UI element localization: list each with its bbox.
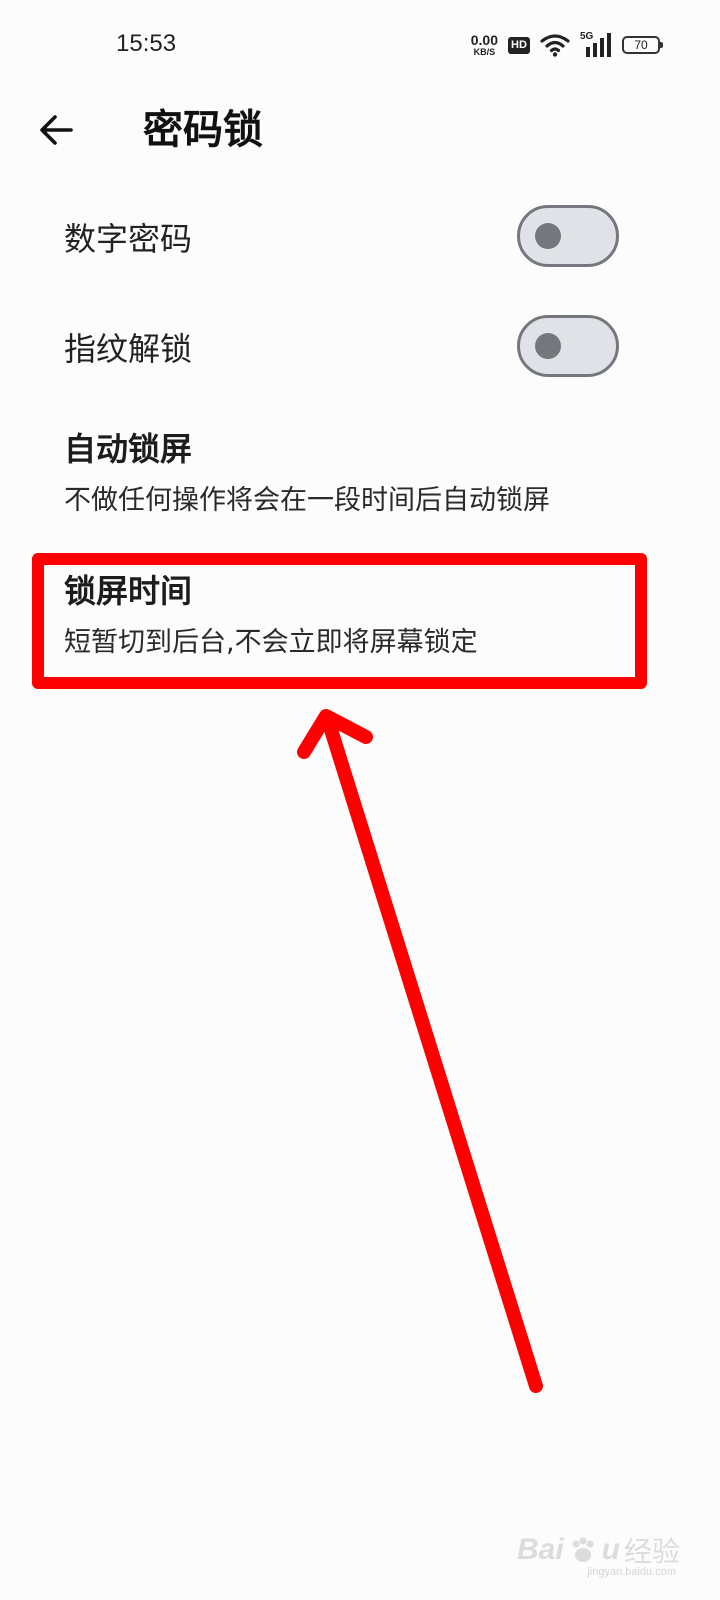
- watermark-brand-end: u: [601, 1533, 620, 1566]
- battery-icon: 70: [622, 36, 663, 54]
- setting-row-lock-time[interactable]: 锁屏时间 短暂切到后台,不会立即将屏幕锁定: [0, 562, 720, 672]
- network-speed: 0.00 KB/S: [471, 33, 498, 57]
- toggle-knob: [535, 333, 561, 359]
- page-title: 密码锁: [143, 107, 263, 153]
- setting-subtitle: 不做任何操作将会在一段时间后自动锁屏: [64, 485, 550, 516]
- battery-level: 70: [634, 38, 648, 52]
- digit-password-toggle[interactable]: [517, 205, 619, 267]
- watermark-brand: Bai: [516, 1533, 564, 1566]
- status-icons: 0.00 KB/S HD 5G 70: [471, 30, 663, 60]
- watermark: Bai u 经验 jingyan.baidu.com: [516, 1530, 680, 1578]
- cellular-signal-icon: 5G: [580, 32, 612, 58]
- status-time: 15:53: [116, 30, 177, 57]
- setting-title: 锁屏时间: [64, 572, 193, 610]
- header: 密码锁: [0, 90, 720, 170]
- arrow-left-icon: [40, 115, 73, 145]
- setting-row-auto-lock[interactable]: 自动锁屏 不做任何操作将会在一段时间后自动锁屏: [0, 420, 720, 530]
- status-bar: 15:53 0.00 KB/S HD 5G 70: [0, 0, 720, 90]
- wifi-icon: [540, 34, 570, 57]
- setting-label: 指纹解锁: [64, 330, 193, 368]
- watermark-url: jingyan.baidu.com: [587, 1566, 676, 1578]
- fingerprint-unlock-toggle[interactable]: [517, 315, 619, 377]
- watermark-sub: 经验: [623, 1536, 680, 1567]
- setting-row-digit-password[interactable]: 数字密码: [0, 196, 720, 278]
- setting-subtitle: 短暂切到后台,不会立即将屏幕锁定: [64, 627, 478, 658]
- setting-row-fingerprint-unlock[interactable]: 指纹解锁: [0, 306, 720, 388]
- toggle-knob: [535, 223, 561, 249]
- hd-icon: HD: [508, 36, 530, 54]
- setting-title: 自动锁屏: [64, 430, 193, 468]
- setting-label: 数字密码: [64, 220, 193, 258]
- network-speed-value: 0.00: [470, 32, 498, 48]
- back-button[interactable]: [32, 106, 80, 154]
- network-speed-unit: KB/S: [473, 47, 496, 57]
- paw-icon: [572, 1537, 594, 1562]
